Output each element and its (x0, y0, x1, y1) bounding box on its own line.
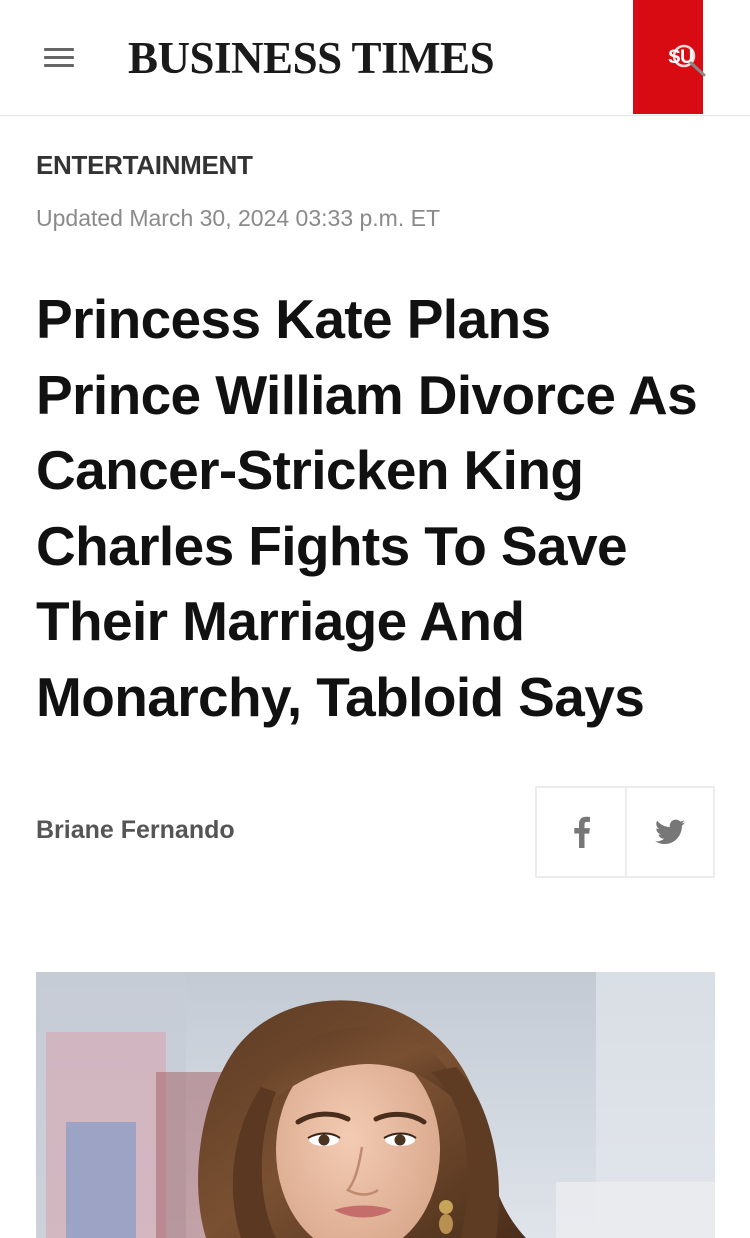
menu-bar (44, 48, 74, 51)
magnifier-icon[interactable] (664, 40, 712, 80)
share-buttons (535, 786, 715, 878)
menu-bar (44, 64, 74, 67)
facebook-icon (574, 816, 590, 848)
hamburger-menu-icon[interactable] (44, 46, 74, 70)
article-photo[interactable] (36, 972, 715, 1238)
updated-timestamp: Updated March 30, 2024 03:33 p.m. ET (36, 205, 441, 231)
section-label[interactable]: ENTERTAINMENT (36, 150, 253, 181)
portrait-illustration (36, 972, 715, 1238)
author-byline[interactable]: Briane Fernando (36, 816, 235, 845)
article-headline: Princess Kate Plans Prince William Divor… (36, 288, 698, 728)
site-header: BUSINESS TIMES SU (0, 0, 750, 116)
site-logo[interactable]: BUSINESS TIMES (128, 32, 495, 84)
article-page: BUSINESS TIMES SU ENTERTAINMENT Updated … (0, 0, 750, 1238)
facebook-share-button[interactable] (537, 788, 625, 876)
twitter-share-button[interactable] (624, 788, 713, 876)
menu-bar (44, 56, 74, 59)
twitter-icon (654, 819, 685, 844)
